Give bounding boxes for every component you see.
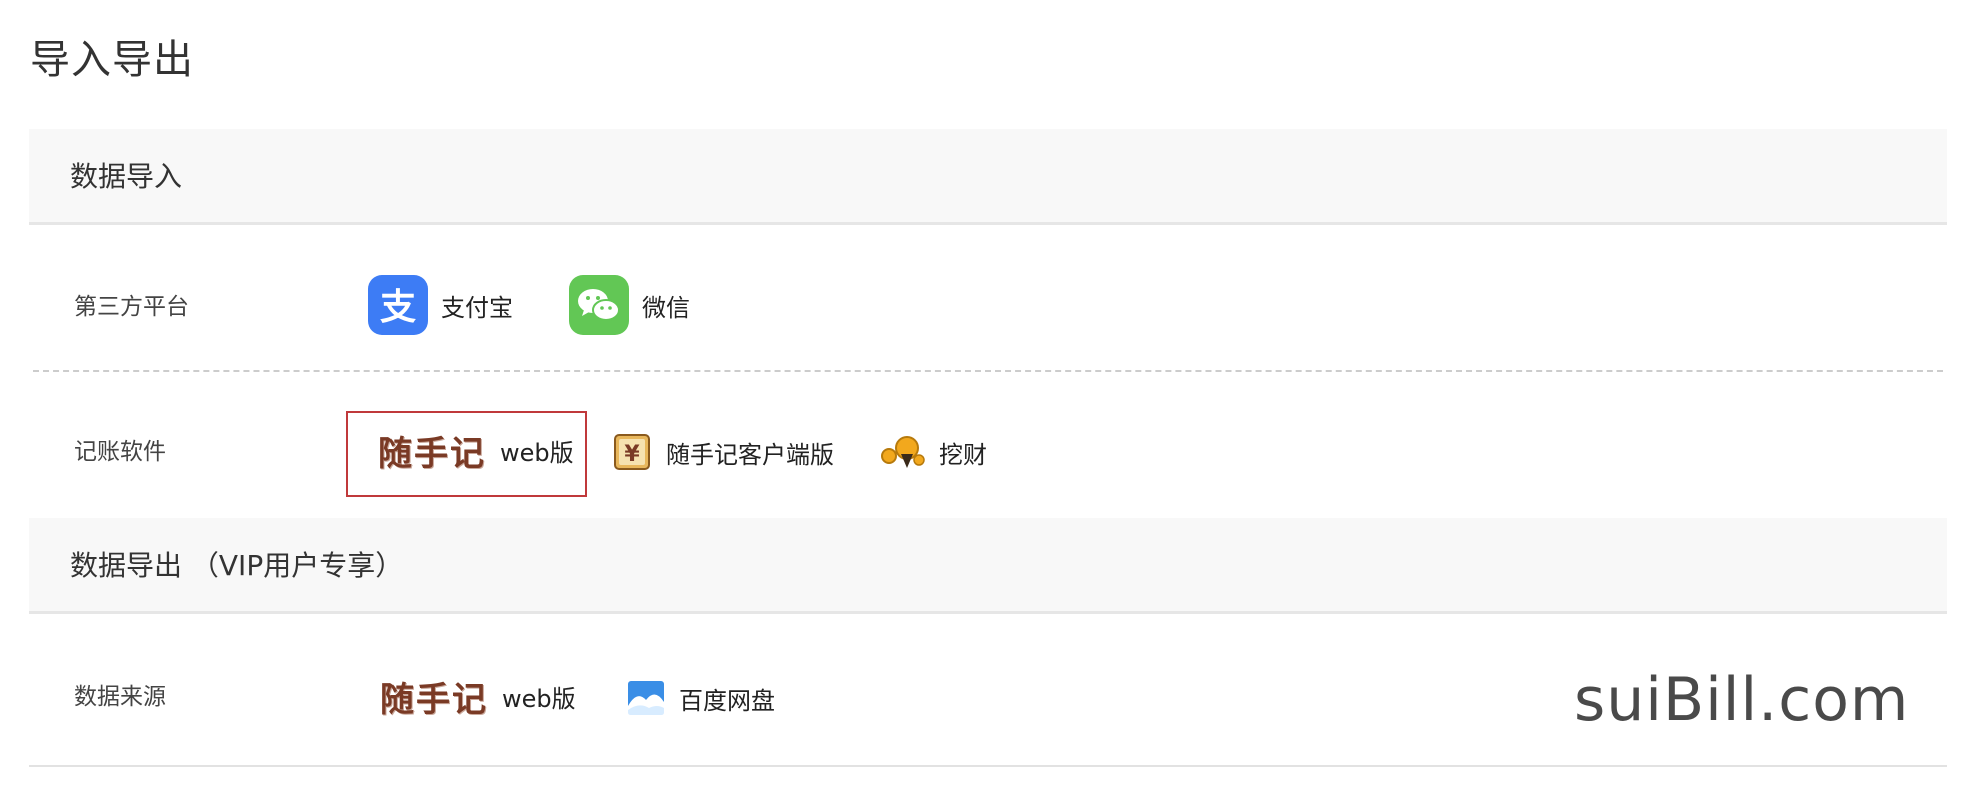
third-party-label: 第三方平台 bbox=[74, 294, 189, 320]
svg-text:支: 支 bbox=[380, 287, 416, 326]
wacai-icon bbox=[877, 434, 927, 470]
suishouji-client-icon: ¥ bbox=[614, 434, 650, 470]
wacai-label: 挖财 bbox=[939, 440, 987, 469]
baidu-netdisk-label: 百度网盘 bbox=[679, 686, 775, 715]
alipay-label: 支付宝 bbox=[441, 293, 513, 322]
software-label: 记账软件 bbox=[74, 439, 166, 465]
suishouji-web-label: web版 bbox=[500, 439, 574, 467]
export-suishouji-web-option[interactable]: 随手记 web版 bbox=[380, 672, 576, 721]
import-section-header: 数据导入 bbox=[29, 129, 1947, 225]
wechat-label: 微信 bbox=[642, 293, 690, 322]
source-label: 数据来源 bbox=[74, 684, 166, 710]
export-section-header: 数据导出 （VIP用户专享） bbox=[29, 518, 1947, 614]
page-title: 导入导出 bbox=[30, 37, 194, 83]
baidu-netdisk-icon bbox=[627, 680, 665, 716]
suishouji-logo: 随手记 bbox=[378, 434, 486, 474]
wacai-option[interactable]: 挖财 bbox=[877, 434, 987, 470]
alipay-icon: 支 bbox=[368, 275, 428, 335]
baidu-netdisk-option[interactable]: 百度网盘 bbox=[627, 680, 775, 716]
site-watermark: suiBill.com bbox=[1574, 665, 1910, 735]
suishouji-client-option[interactable]: ¥ 随手记客户端版 bbox=[614, 434, 834, 470]
wechat-icon bbox=[569, 275, 629, 335]
export-section-title: 数据导出 （VIP用户专享） bbox=[70, 549, 404, 582]
import-section-title: 数据导入 bbox=[70, 160, 183, 193]
suishouji-web-option[interactable]: 随手记 web版 bbox=[378, 426, 574, 475]
alipay-option[interactable]: 支 支付宝 bbox=[368, 275, 513, 335]
export-suishouji-web-label: web版 bbox=[502, 685, 576, 713]
svg-text:¥: ¥ bbox=[624, 442, 640, 467]
bottom-divider bbox=[29, 765, 1947, 767]
row-divider bbox=[33, 370, 1943, 372]
wechat-option[interactable]: 微信 bbox=[569, 275, 690, 335]
suishouji-logo: 随手记 bbox=[380, 680, 488, 720]
suishouji-client-label: 随手记客户端版 bbox=[666, 440, 834, 469]
